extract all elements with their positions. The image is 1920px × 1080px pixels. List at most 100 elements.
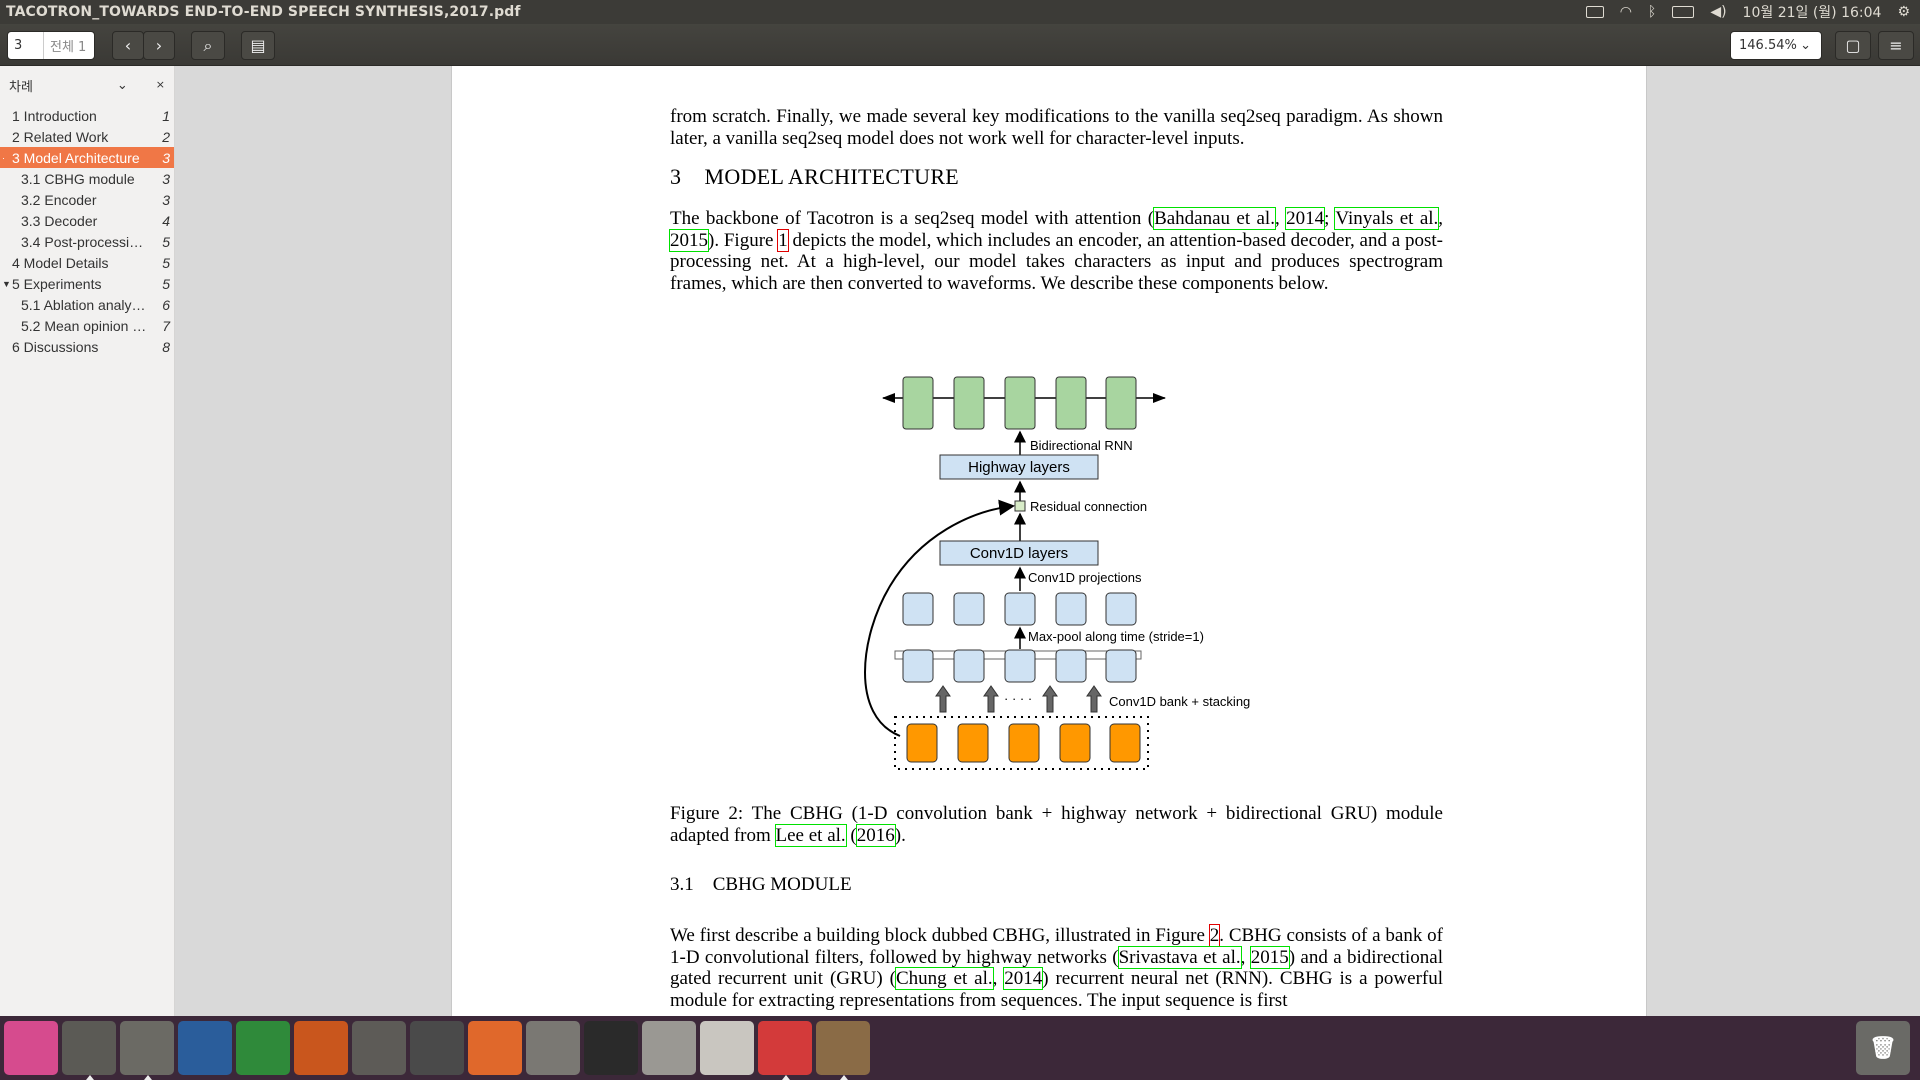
dock-apps: [4, 1021, 874, 1080]
birnn-label: Bidirectional RNN: [1030, 438, 1133, 453]
document-button[interactable]: ▢: [1835, 31, 1871, 60]
dock: 🗑: [0, 1016, 1920, 1080]
citation-link[interactable]: Chung et al.: [894, 967, 994, 990]
writer-icon[interactable]: [178, 1021, 232, 1075]
expander-icon[interactable]: ▼: [2, 279, 11, 289]
figure-link[interactable]: 1: [777, 228, 789, 252]
residual-add: [1014, 500, 1026, 512]
sidebar-title: 차례: [9, 79, 33, 95]
bank-label: Conv1D bank + stacking: [1109, 694, 1250, 709]
citation-link[interactable]: 2014: [1003, 967, 1044, 990]
battery-icon[interactable]: [1672, 6, 1695, 18]
volume-icon[interactable]: ◀): [1710, 4, 1726, 20]
outline-item[interactable]: 2 Related Work 2: [0, 126, 174, 147]
outline-sidebar: 차례 ⌄ × 1 Introduction 1 2 Related Work 2 ·…: [0, 66, 175, 1016]
wifi-icon[interactable]: ◠: [1620, 4, 1632, 20]
rnn-cell: [1105, 376, 1137, 430]
citation-link[interactable]: 2015: [1249, 945, 1290, 969]
section-heading: 3 MODEL ARCHITECTURE: [670, 164, 960, 189]
annotations-button[interactable]: ▤: [241, 31, 275, 60]
conv1d-label: Conv1D layers: [970, 545, 1068, 562]
outline-item[interactable]: 6 Discussions 8: [0, 336, 174, 357]
subsection-heading: 3.1 CBHG MODULE: [670, 874, 852, 895]
next-page-button[interactable]: ›: [143, 31, 175, 60]
right-arrow-icon: [1153, 393, 1166, 403]
page-entry[interactable]: 3 전체 1: [7, 31, 95, 60]
outline-item[interactable]: 5.1 Ablation analy… 6: [0, 294, 174, 315]
indicator-area: ◠ ᛒ ◀) 10월 21일 (월) 16:04 ⚙: [1585, 2, 1920, 22]
impress-icon[interactable]: [294, 1021, 348, 1075]
bluetooth-icon[interactable]: ᛒ: [1648, 4, 1656, 20]
video-icon[interactable]: [410, 1021, 464, 1075]
chevron-down-icon: ⌄: [1800, 38, 1811, 53]
citation-link[interactable]: 2015: [669, 228, 709, 252]
zoom-select[interactable]: 146.54% ⌄: [1730, 31, 1822, 60]
paragraph: We first describe a building block dubbe…: [670, 924, 1444, 1011]
pdf-page: from scratch. Finally, we made several k…: [451, 66, 1647, 1016]
outline-item[interactable]: 3.2 Encoder 3: [0, 189, 174, 210]
monitor-icon[interactable]: [584, 1021, 638, 1075]
page-total: 전체 1: [50, 40, 87, 55]
chevron-down-icon[interactable]: ⌄: [117, 78, 128, 93]
citation-link[interactable]: Srivastava et al.: [1117, 945, 1242, 969]
running-indicator: [840, 1075, 848, 1080]
outline-item-selected[interactable]: · 3 Model Architecture 3: [0, 147, 174, 168]
rnn-cell: [902, 376, 934, 430]
window-title: TACOTRON_TOWARDS END-TO-END SPEECH SYNTH…: [6, 4, 521, 20]
figure-caption: Figure 2: The CBHG (1-D convolution bank…: [670, 803, 1443, 847]
document-icon: ▢: [1845, 36, 1861, 55]
citation-link[interactable]: Bahdanau et al.: [1153, 207, 1276, 230]
prev-page-button[interactable]: ‹: [112, 31, 144, 60]
rnn-cell: [953, 376, 985, 430]
calc-icon[interactable]: [236, 1021, 290, 1075]
residual-label: Residual connection: [1030, 499, 1147, 514]
outline-item[interactable]: ▼ 5 Experiments 5: [0, 273, 174, 294]
menu-button[interactable]: ≡: [1878, 31, 1914, 60]
citation-link[interactable]: Vinyals et al.: [1334, 207, 1440, 230]
software-icon[interactable]: [468, 1021, 522, 1075]
paragraph: from scratch. Finally, we made several k…: [670, 106, 1443, 149]
running-indicator: [144, 1075, 152, 1080]
outline-item[interactable]: 3.4 Post-processi… 5: [0, 231, 174, 252]
search-button[interactable]: ⌕: [191, 31, 225, 60]
editor-icon[interactable]: [700, 1021, 754, 1075]
outline-item[interactable]: 4 Model Details 5: [0, 252, 174, 273]
outline-item[interactable]: 1 Introduction 1: [0, 105, 174, 126]
chrome-icon[interactable]: [62, 1021, 116, 1080]
close-icon[interactable]: ×: [156, 78, 165, 93]
page-input[interactable]: 3: [8, 32, 44, 59]
ubuntu-launcher-icon[interactable]: [4, 1021, 58, 1075]
cbhg-figure: Bidirectional RNN Highway layers Residua…: [864, 376, 1250, 770]
running-indicator: [86, 1075, 94, 1080]
figure-link[interactable]: 2: [1208, 924, 1221, 947]
rnn-cell: [1004, 376, 1036, 430]
search-icon: ⌕: [203, 35, 213, 55]
gimp-icon[interactable]: [816, 1021, 870, 1080]
maxpool-label: Max-pool along time (stride=1): [1028, 629, 1204, 644]
outline-item[interactable]: 3.1 CBHG module 3: [0, 168, 174, 189]
citation-link[interactable]: 2014: [1285, 207, 1326, 230]
power-icon[interactable]: ⚙: [1897, 4, 1910, 20]
settings-icon[interactable]: [526, 1021, 580, 1075]
pdf-viewer-icon[interactable]: [758, 1021, 812, 1080]
document-view[interactable]: from scratch. Finally, we made several k…: [175, 66, 1920, 1016]
calculator-icon[interactable]: [352, 1021, 406, 1075]
rnn-cell: [1055, 376, 1087, 430]
outline-item[interactable]: 3.3 Decoder 4: [0, 210, 174, 231]
outline-item[interactable]: 5.2 Mean opinion … 7: [0, 315, 174, 336]
running-indicator: [782, 1075, 790, 1080]
trash-icon[interactable]: 🗑: [1856, 1021, 1910, 1075]
clipboard-icon: ▤: [250, 36, 266, 55]
toolbar: 3 전체 1 ‹ › ⌕ ▤ 146.54% ⌄ ▢ ≡: [0, 24, 1920, 66]
citation-link[interactable]: 2016: [855, 823, 896, 847]
files-icon[interactable]: [120, 1021, 174, 1080]
clock[interactable]: 10월 21일 (월) 16:04: [1743, 2, 1882, 22]
scanner-icon[interactable]: [642, 1021, 696, 1075]
citation-link[interactable]: Lee et al.: [774, 823, 847, 847]
ellipsis-label: · · · ·: [1004, 691, 1032, 706]
zoom-value: 146.54%: [1739, 38, 1797, 53]
expander-icon[interactable]: ·: [2, 153, 5, 163]
top-panel: TACOTRON_TOWARDS END-TO-END SPEECH SYNTH…: [0, 0, 1920, 24]
keyboard-icon[interactable]: [1585, 6, 1604, 18]
proj-label: Conv1D projections: [1028, 570, 1142, 585]
